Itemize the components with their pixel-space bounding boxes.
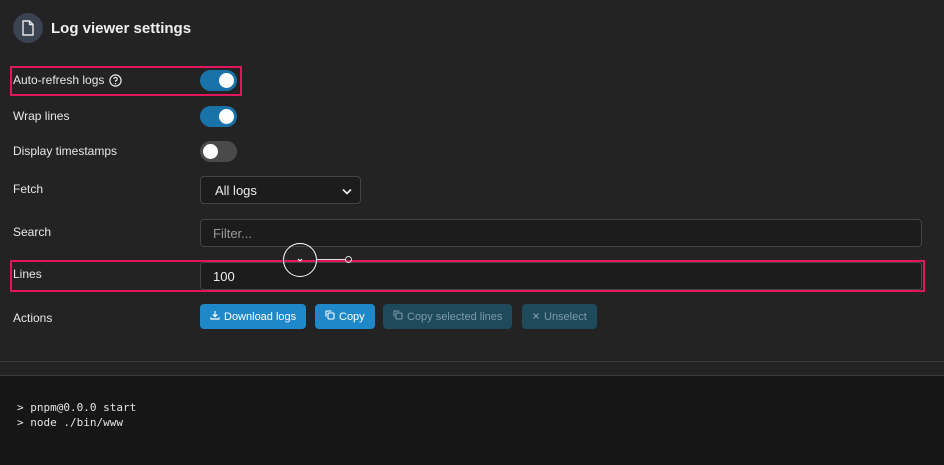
cursor-ring xyxy=(283,243,317,277)
search-input[interactable] xyxy=(200,219,922,247)
actions-label: Actions xyxy=(13,311,53,325)
document-icon xyxy=(13,13,43,43)
cursor-dot xyxy=(345,256,352,263)
auto-refresh-label: Auto-refresh logs xyxy=(13,73,105,87)
log-console: > pnpm@0.0.0 start > node ./bin/www xyxy=(0,376,944,465)
copy-icon xyxy=(325,310,335,323)
fetch-select[interactable]: All logs xyxy=(200,176,361,204)
wrap-lines-toggle[interactable] xyxy=(200,106,237,127)
download-logs-label: Download logs xyxy=(224,310,297,323)
page-header: Log viewer settings xyxy=(13,13,191,43)
toggle-knob xyxy=(203,144,218,159)
toggle-knob xyxy=(219,73,234,88)
close-icon xyxy=(532,311,540,323)
section-divider xyxy=(0,361,944,362)
fetch-label: Fetch xyxy=(13,182,44,196)
copy-icon xyxy=(393,310,403,323)
log-viewer-page: Log viewer settings Auto-refresh logs Wr… xyxy=(0,0,944,465)
display-timestamps-label: Display timestamps xyxy=(13,144,118,158)
copy-selected-lines-button[interactable]: Copy selected lines xyxy=(383,304,513,329)
auto-refresh-row: Auto-refresh logs xyxy=(13,73,123,87)
unselect-button[interactable]: Unselect xyxy=(522,304,597,329)
search-label: Search xyxy=(13,225,52,239)
lines-label: Lines xyxy=(13,267,42,281)
console-line: > pnpm@0.0.0 start xyxy=(17,401,137,414)
auto-refresh-toggle[interactable] xyxy=(200,70,237,91)
page-title: Log viewer settings xyxy=(51,19,192,37)
unselect-label: Unselect xyxy=(544,310,587,323)
console-line: > node ./bin/www xyxy=(17,416,123,429)
help-icon[interactable] xyxy=(109,73,123,87)
display-timestamps-toggle[interactable] xyxy=(200,141,237,162)
download-logs-button[interactable]: Download logs xyxy=(200,304,307,329)
cursor-line xyxy=(317,259,345,260)
copy-selected-lines-label: Copy selected lines xyxy=(407,310,503,323)
download-icon xyxy=(210,310,220,323)
chevron-down-icon xyxy=(342,183,352,198)
wrap-lines-label: Wrap lines xyxy=(13,109,70,123)
copy-button[interactable]: Copy xyxy=(315,304,375,329)
toggle-knob xyxy=(219,109,234,124)
copy-label: Copy xyxy=(339,310,365,323)
fetch-select-value: All logs xyxy=(215,182,257,198)
